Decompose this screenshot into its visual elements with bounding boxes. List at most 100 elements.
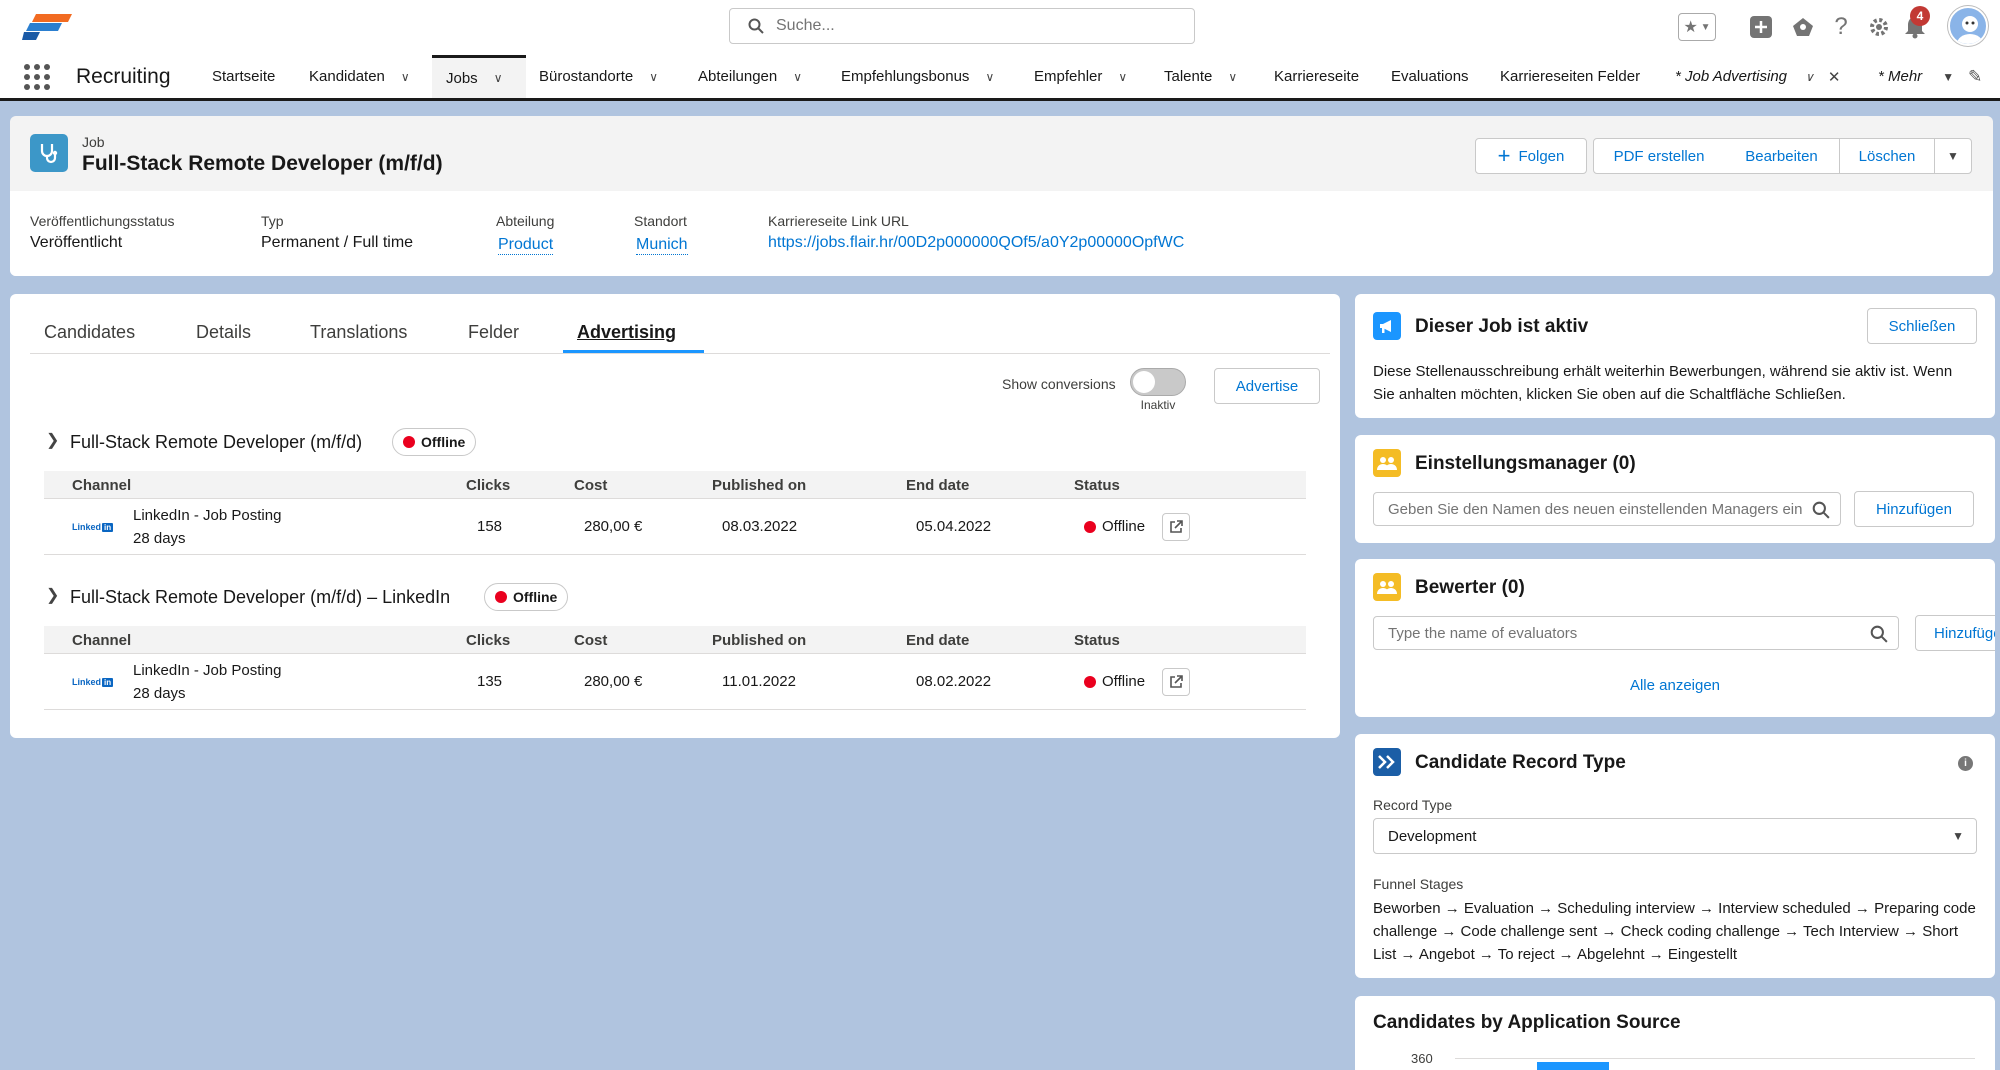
nav-item-kandidaten[interactable]: Kandidaten ∨ <box>309 55 410 98</box>
external-link-icon[interactable] <box>1162 668 1190 696</box>
nav-item-talente[interactable]: Talente ∨ <box>1164 55 1237 98</box>
chevron-down-icon[interactable]: ∨ <box>649 70 658 84</box>
chevron-down-icon[interactable]: ∨ <box>1118 70 1127 84</box>
favorites-button[interactable]: ★ ▼ <box>1678 13 1716 41</box>
column-header-cost: Cost <box>574 632 608 649</box>
channel-name: LinkedIn - Job Posting <box>133 507 282 524</box>
settings-gear-icon[interactable] <box>1864 12 1894 42</box>
advertise-button[interactable]: Advertise <box>1214 368 1320 404</box>
table-header: Channel Clicks Cost Published on End dat… <box>44 471 1306 499</box>
nav-item-startseite[interactable]: Startseite <box>212 55 275 98</box>
field-label-type: Typ <box>261 213 284 229</box>
channel-duration: 28 days <box>133 530 186 547</box>
caret-down-icon[interactable]: ▼ <box>1942 70 1954 84</box>
megaphone-icon <box>1373 312 1401 340</box>
nav-item-empfehlungsbonus[interactable]: Empfehlungsbonus ∨ <box>841 55 994 98</box>
column-header-channel: Channel <box>72 632 132 649</box>
column-header-cost: Cost <box>574 477 608 494</box>
people-icon <box>1373 573 1401 601</box>
setup-assistant-icon[interactable] <box>1788 12 1818 42</box>
nav-item-buerostandorte[interactable]: Bürostandorte ∨ <box>539 55 658 98</box>
user-avatar[interactable] <box>1948 6 1988 46</box>
nav-item-mehr[interactable]: * Mehr ▼ <box>1878 55 1954 98</box>
record-type-select[interactable]: Development ▼ <box>1373 818 1977 854</box>
channel-duration: 28 days <box>133 685 186 702</box>
info-icon[interactable]: i <box>1958 756 1973 771</box>
edit-button[interactable]: Bearbeiten <box>1724 138 1840 174</box>
edit-label: Bearbeiten <box>1745 147 1818 165</box>
nav-item-karriereseiten-felder[interactable]: Karriereseiten Felder <box>1500 55 1640 98</box>
global-search-input[interactable]: Suche... <box>729 8 1195 44</box>
tab-translations[interactable]: Translations <box>310 322 407 343</box>
search-icon <box>1870 625 1888 643</box>
notification-count-badge: 4 <box>1910 6 1930 26</box>
view-all-link[interactable]: Alle anzeigen <box>1355 677 1995 694</box>
field-value-publication-status: Veröffentlicht <box>30 234 123 251</box>
nav-item-abteilungen[interactable]: Abteilungen ∨ <box>698 55 802 98</box>
linkedin-logo: Linked in <box>72 677 114 687</box>
record-type-label: Record Type <box>1373 797 1453 813</box>
table-row: Linked in LinkedIn - Job Posting 28 days … <box>44 499 1306 555</box>
chevron-down-icon[interactable]: ∨ <box>494 71 503 85</box>
close-tab-icon[interactable]: ✕ <box>1828 68 1841 86</box>
field-label-department: Abteilung <box>496 213 555 229</box>
nav-label: Bürostandorte <box>539 68 634 85</box>
cost-value: 280,00 € <box>584 673 643 690</box>
delete-label: Löschen <box>1858 147 1916 165</box>
chevron-down-icon[interactable]: ∨ <box>401 70 410 84</box>
ad-group-title[interactable]: Full-Stack Remote Developer (m/f/d) – Li… <box>70 587 450 608</box>
edit-nav-pencil-icon[interactable]: ✎ <box>1968 67 1982 87</box>
logo-text: Linked <box>72 677 102 687</box>
tab-advertising[interactable]: Advertising <box>577 322 676 343</box>
evaluator-search-input[interactable]: Type the name of evaluators <box>1373 616 1899 650</box>
department-link[interactable]: Product <box>498 236 554 255</box>
cost-value: 280,00 € <box>584 518 643 535</box>
location-link[interactable]: Munich <box>636 236 688 255</box>
table-header: Channel Clicks Cost Published on End dat… <box>44 626 1306 654</box>
create-pdf-button[interactable]: PDF erstellen <box>1593 138 1725 174</box>
tab-candidates[interactable]: Candidates <box>44 322 135 343</box>
nav-label: Empfehler <box>1034 68 1103 85</box>
record-header: Job Full-Stack Remote Developer (m/f/d) … <box>10 116 1993 276</box>
nav-item-job-advertising[interactable]: * Job Advertising ∨ ✕ <box>1675 55 1840 98</box>
nav-item-evaluations[interactable]: Evaluations <box>1391 55 1469 98</box>
chart-bar[interactable] <box>1537 1062 1609 1070</box>
app-launcher-icon[interactable] <box>24 64 50 90</box>
help-icon[interactable]: ? <box>1826 12 1856 42</box>
add-hiring-manager-button[interactable]: Hinzufügen <box>1854 491 1974 527</box>
nav-item-empfehler[interactable]: Empfehler ∨ <box>1034 55 1127 98</box>
ad-group-title[interactable]: Full-Stack Remote Developer (m/f/d) <box>70 432 362 453</box>
nav-label: Startseite <box>212 68 276 85</box>
status-cell: Offline <box>1084 518 1145 535</box>
chevron-down-icon[interactable]: ∨ <box>793 70 802 84</box>
close-job-button[interactable]: Schließen <box>1867 308 1977 344</box>
show-conversions-toggle[interactable] <box>1130 368 1186 396</box>
chevron-right-icon[interactable]: ❯ <box>46 430 59 450</box>
nav-item-jobs[interactable]: Jobs ∨ <box>432 55 526 98</box>
career-page-url-link[interactable]: https://jobs.flair.hr/00D2p000000QOf5/a0… <box>768 234 1184 252</box>
nav-item-karriereseite[interactable]: Karriereseite <box>1274 55 1359 98</box>
tab-details[interactable]: Details <box>196 322 251 343</box>
chevron-down-icon[interactable]: ∨ <box>1805 70 1814 84</box>
chevron-down-icon[interactable]: ∨ <box>985 70 994 84</box>
delete-button[interactable]: Löschen <box>1839 138 1935 174</box>
add-evaluator-button[interactable]: Hinzufügen <box>1915 615 1995 651</box>
candidate-record-type-card: Candidate Record Type i Record Type Deve… <box>1355 734 1995 978</box>
select-value: Development <box>1388 827 1477 845</box>
object-type-label: Job <box>82 134 105 150</box>
search-icon <box>1812 501 1830 519</box>
hiring-manager-search-input[interactable]: Geben Sie den Namen des neuen einstellen… <box>1373 492 1841 526</box>
external-link-icon[interactable] <box>1162 513 1190 541</box>
more-actions-button[interactable]: ▼ <box>1934 138 1972 174</box>
funnel-stages-label: Funnel Stages <box>1373 876 1464 892</box>
follow-button[interactable]: + Folgen <box>1475 138 1587 174</box>
job-stethoscope-icon <box>30 134 68 172</box>
published-value: 11.01.2022 <box>722 673 796 690</box>
chevron-right-icon[interactable]: ❯ <box>46 585 59 605</box>
chevron-down-icon[interactable]: ∨ <box>1228 70 1237 84</box>
nav-label: * Job Advertising <box>1675 68 1788 85</box>
add-icon[interactable] <box>1746 12 1776 42</box>
app-logo[interactable] <box>22 12 74 42</box>
people-icon <box>1373 449 1401 477</box>
tab-felder[interactable]: Felder <box>468 322 519 343</box>
